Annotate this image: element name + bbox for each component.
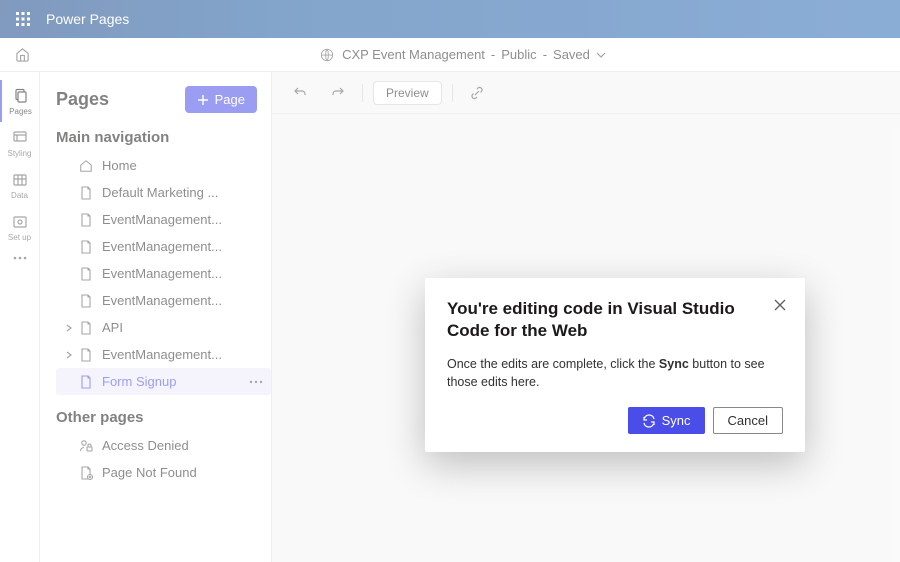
vscode-sync-dialog: You're editing code in Visual Studio Cod… <box>425 278 805 452</box>
dialog-body: Once the edits are complete, click the S… <box>447 356 783 391</box>
cancel-button[interactable]: Cancel <box>713 407 783 434</box>
dialog-title: You're editing code in Visual Studio Cod… <box>447 298 783 342</box>
close-button[interactable] <box>769 294 791 316</box>
close-icon <box>774 299 786 311</box>
modal-overlay: You're editing code in Visual Studio Cod… <box>0 0 900 562</box>
dialog-actions: Sync Cancel <box>447 407 783 434</box>
sync-button[interactable]: Sync <box>628 407 705 434</box>
sync-icon <box>642 414 656 428</box>
